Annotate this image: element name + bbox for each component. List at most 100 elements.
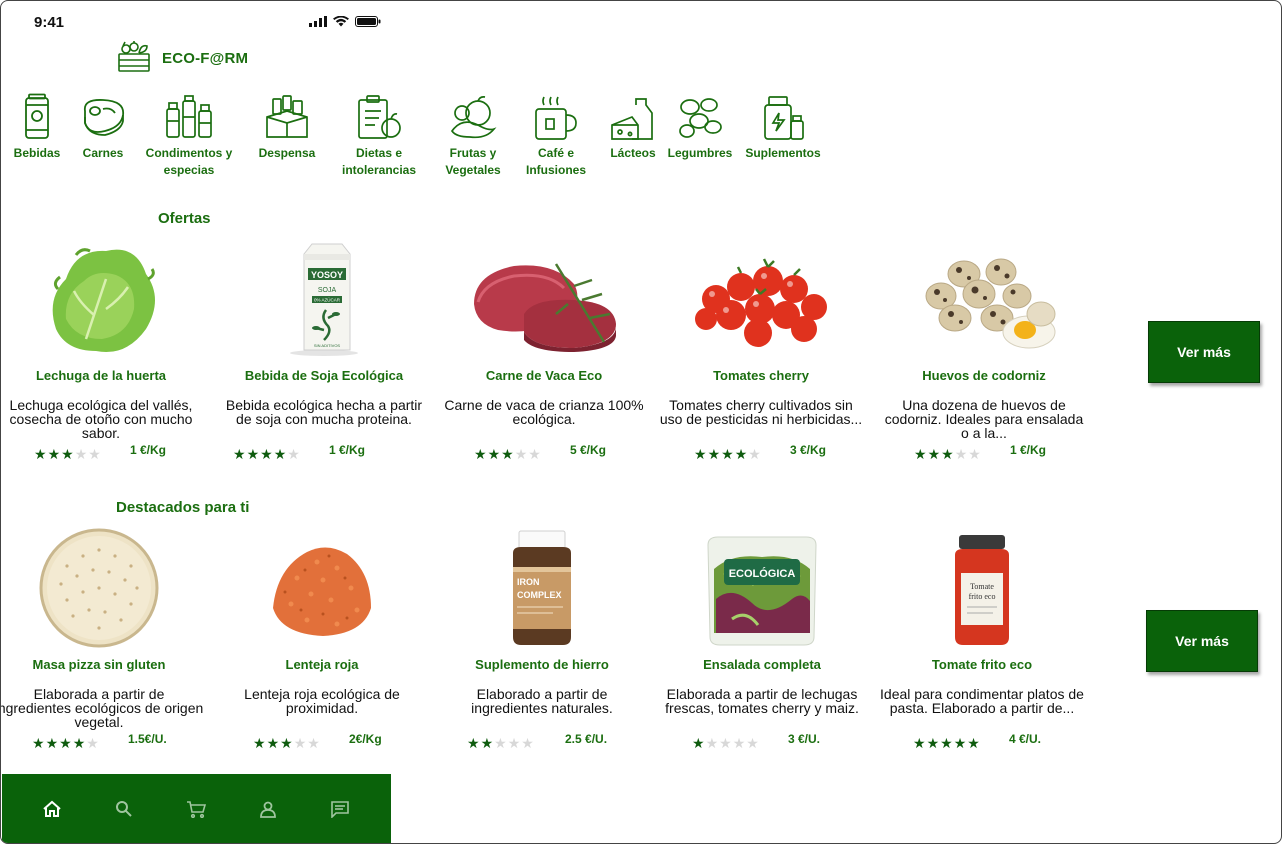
product-description: Elaborada a partir de lechugas frescas, …	[665, 686, 859, 716]
rating-stars: ★★★★★	[253, 735, 321, 752]
star-filled-icon: ★	[707, 446, 722, 462]
diet-clipboard-icon	[358, 95, 401, 139]
star-empty-icon: ★	[521, 735, 535, 751]
status-time: 9:41	[34, 14, 65, 31]
star-filled-icon: ★	[32, 735, 46, 751]
product-card[interactable]: Huevos de codorniz Una dozena de huevos …	[879, 236, 1089, 462]
tab-profile[interactable]	[232, 800, 304, 818]
category-bebidas[interactable]: Bebidas	[7, 93, 67, 162]
category-label: Condimentos y especias	[145, 146, 233, 177]
product-description: Elaborada a partir de ingredientes ecoló…	[0, 686, 204, 730]
product-price: 3 €/U.	[788, 732, 821, 746]
category-condimentos[interactable]: Condimentos y especias	[143, 95, 235, 179]
tab-home[interactable]	[16, 800, 88, 818]
category-frutas[interactable]: Frutas y Vegetales	[437, 95, 509, 179]
tab-messages[interactable]	[304, 800, 376, 818]
product-price: 4 €/U.	[1009, 732, 1042, 746]
star-filled-icon: ★	[914, 446, 928, 462]
cherry-tomatoes-image	[656, 236, 866, 361]
star-filled-icon: ★	[953, 735, 968, 751]
featured-title: Destacados para ti	[116, 499, 250, 516]
spices-icon	[166, 95, 212, 138]
category-label: Bebidas	[13, 146, 61, 160]
category-cafe[interactable]: Café e Infusiones	[519, 95, 593, 179]
category-legumbres[interactable]: Legumbres	[663, 95, 737, 162]
star-empty-icon: ★	[748, 446, 762, 462]
salad-label: ECOLÓGICA	[729, 567, 796, 580]
product-price: 1 €/Kg	[130, 443, 167, 457]
star-empty-icon: ★	[74, 446, 89, 462]
star-filled-icon: ★	[61, 446, 75, 462]
profile-icon	[260, 801, 276, 818]
category-dietas[interactable]: Dietas e intolerancias	[335, 95, 423, 179]
star-filled-icon: ★	[927, 446, 942, 462]
tab-search[interactable]	[88, 800, 160, 818]
tab-cart[interactable]	[160, 800, 232, 818]
star-filled-icon: ★	[59, 735, 73, 751]
product-name: Huevos de codorniz	[922, 368, 1046, 383]
star-empty-icon: ★	[705, 735, 720, 751]
star-empty-icon: ★	[514, 446, 529, 462]
soy-drink-carton-image: YOSOY SOJA 0% AZÚCAR SIN ADITIVOS	[219, 236, 429, 361]
soy-additives-label: SIN ADITIVOS	[314, 343, 341, 348]
offers-see-more-button[interactable]: Ver más	[1148, 321, 1260, 383]
wifi-icon	[333, 16, 349, 27]
star-filled-icon: ★	[501, 446, 515, 462]
star-empty-icon: ★	[307, 735, 321, 751]
star-filled-icon: ★	[692, 735, 706, 751]
tomato-sauce-jar-image: Tomate frito eco	[877, 525, 1087, 650]
category-despensa[interactable]: Despensa	[251, 95, 323, 162]
product-name: Bebida de Soja Ecológica	[244, 368, 404, 383]
soy-sugar-label: 0% AZÚCAR	[314, 296, 341, 302]
product-price: 2.5 €/U.	[565, 732, 608, 746]
iron-supplement-jar-image: IRON COMPLEX	[437, 525, 647, 650]
product-description: Lenteja roja ecológica de proximidad.	[244, 686, 400, 716]
star-empty-icon: ★	[88, 446, 102, 462]
product-card[interactable]: Carne de Vaca Eco Carne de vaca de crian…	[439, 236, 649, 462]
category-label: Dietas e intolerancias	[341, 146, 417, 177]
crate-logo-icon	[117, 41, 151, 78]
product-card[interactable]: ECOLÓGICA Ensalada completa Elaborada a …	[657, 525, 867, 751]
bottom-tab-bar	[2, 774, 391, 843]
category-lacteos[interactable]: Lácteos	[605, 95, 661, 162]
star-filled-icon: ★	[913, 735, 927, 751]
rating-stars: ★★★★★	[914, 446, 982, 463]
product-card[interactable]: YOSOY SOJA 0% AZÚCAR SIN ADITIVOS Bebida…	[219, 236, 429, 462]
rating-stars: ★★★★★	[694, 446, 762, 463]
product-card[interactable]: Masa pizza sin gluten Elaborada a partir…	[1, 525, 204, 751]
product-card[interactable]: Lenteja roja Lenteja roja ecológica de p…	[217, 525, 427, 751]
rating-stars: ★★★★★	[913, 735, 981, 752]
rating-stars: ★★★★★	[474, 446, 542, 463]
status-icons	[309, 16, 381, 27]
product-description: Lechuga ecológica del vallés, cosecha de…	[9, 397, 193, 441]
chat-icon	[331, 801, 349, 818]
product-price: 1 €/Kg	[329, 443, 366, 457]
supplement-label-line2: COMPLEX	[517, 590, 562, 600]
category-label: Legumbres	[667, 146, 733, 160]
product-name: Suplemento de hierro	[475, 657, 609, 672]
steak-icon	[83, 99, 125, 136]
star-filled-icon: ★	[260, 446, 274, 462]
product-description: Tomates cherry cultivados sin uso de pes…	[659, 397, 863, 427]
category-carnes[interactable]: Carnes	[73, 95, 133, 162]
product-price: 1 €/Kg	[1010, 443, 1047, 457]
featured-see-more-button[interactable]: Ver más	[1146, 610, 1258, 672]
product-card[interactable]: Tomate frito eco Tomate frito eco Ideal …	[877, 525, 1087, 751]
product-card[interactable]: Tomates cherry Tomates cherry cultivados…	[656, 236, 866, 462]
star-filled-icon: ★	[694, 446, 708, 462]
product-name: Carne de Vaca Eco	[485, 368, 603, 383]
product-description: Bebida ecológica hecha a partir de soja …	[225, 397, 423, 427]
supplement-label-line1: IRON	[517, 577, 540, 587]
star-empty-icon: ★	[528, 446, 542, 462]
star-filled-icon: ★	[253, 735, 267, 751]
product-card[interactable]: Lechuga de la huerta Lechuga ecológica d…	[1, 236, 206, 462]
star-empty-icon: ★	[746, 735, 760, 751]
product-description: Elaborado a partir de ingredientes natur…	[471, 686, 613, 716]
product-card[interactable]: IRON COMPLEX Suplemento de hierro Elabor…	[437, 525, 647, 751]
star-filled-icon: ★	[467, 735, 481, 751]
star-empty-icon: ★	[86, 735, 100, 751]
app-screen: 9:41 ECO-F@RM Bebidas Carnes Condimentos…	[0, 0, 1282, 844]
dairy-icon	[611, 98, 653, 140]
category-suplementos[interactable]: Suplementos	[741, 95, 825, 162]
product-description: Una dozena de huevos de codorniz. Ideale…	[884, 397, 1084, 441]
